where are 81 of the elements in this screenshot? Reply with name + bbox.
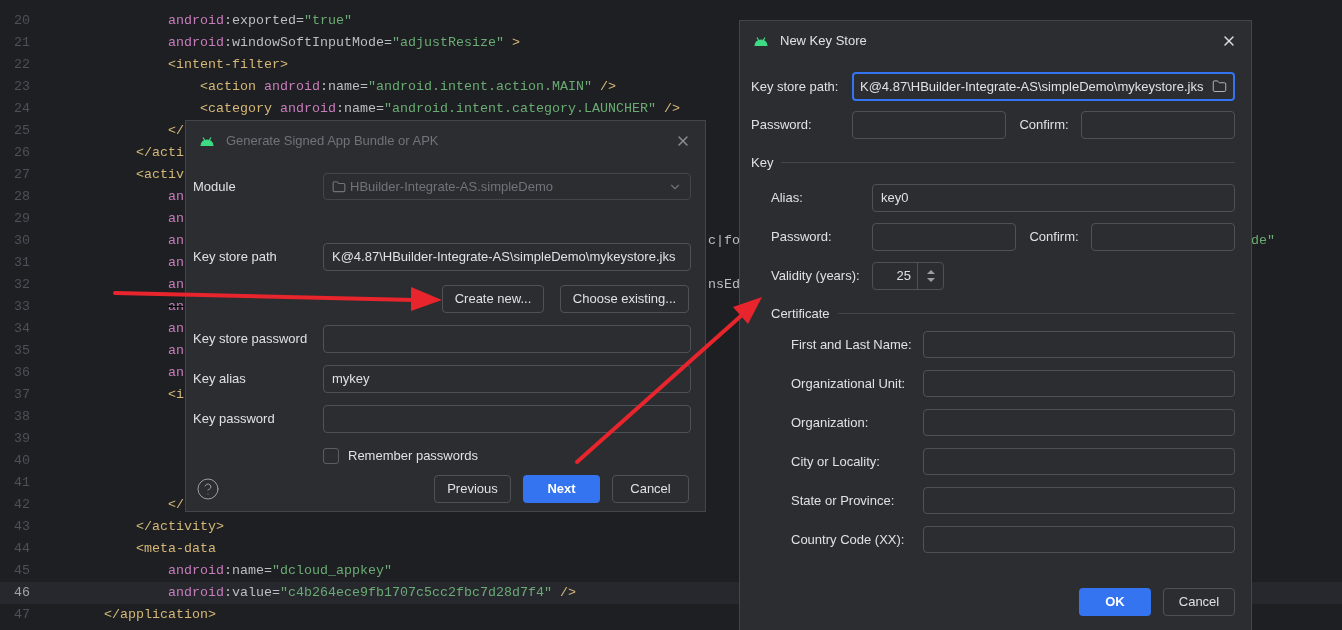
code-line: </activity> — [136, 518, 224, 536]
code-line: android:exported="true" — [168, 12, 352, 30]
code-line: an — [168, 320, 184, 338]
code-line: <activ — [136, 166, 184, 184]
field-label: Key store path — [193, 248, 278, 267]
field-label: Password: — [751, 116, 813, 135]
field-label: State or Province: — [791, 491, 896, 510]
code-line: an — [168, 188, 184, 206]
code-line: an — [168, 276, 184, 294]
code-line: an — [168, 254, 184, 272]
field-label: Organization: — [791, 413, 870, 432]
code-line: android:name="dcloud_appkey" — [168, 562, 392, 580]
dialog-button[interactable]: Choose existing... — [560, 285, 689, 313]
code-line: <i — [168, 386, 184, 404]
field-label: Validity (years): — [771, 266, 861, 285]
code-line: </ — [168, 496, 184, 514]
code-line: android:value="c4b264ece9fb1707c5cc2fbc7d28d7f4" /> — [168, 584, 576, 602]
code-fragment: de" — [1251, 232, 1275, 250]
android-icon — [754, 36, 768, 46]
field-label: Key alias — [193, 370, 247, 389]
field-label: Key store path: — [751, 77, 840, 96]
dialog-button[interactable]: Cancel — [1163, 588, 1235, 616]
code-fragment: c|fo — [708, 232, 740, 250]
number-spinner[interactable]: 25 — [872, 261, 944, 290]
code-line: android:windowSoftInputMode="adjustResize" > — [168, 34, 520, 52]
password-field[interactable] — [323, 405, 691, 433]
confirm-field[interactable] — [1091, 222, 1235, 251]
text-field[interactable] — [923, 331, 1235, 358]
code-line: an — [168, 232, 184, 250]
field-label: Organizational Unit: — [791, 374, 907, 393]
folder-icon[interactable] — [1212, 79, 1227, 94]
dialog-button[interactable]: Create new... — [442, 285, 544, 313]
text-field[interactable] — [923, 487, 1235, 514]
primary-button[interactable]: Next — [523, 474, 600, 503]
password-field[interactable] — [872, 222, 1016, 251]
text-field[interactable] — [923, 409, 1235, 436]
help-icon[interactable] — [196, 476, 220, 501]
folder-icon — [332, 179, 346, 194]
alias-field[interactable]: mykey — [323, 365, 691, 393]
text-field[interactable] — [923, 370, 1235, 397]
checkbox-label: Remember passwords — [348, 447, 479, 465]
field-label: City or Locality: — [791, 452, 881, 471]
confirm-field[interactable] — [1081, 111, 1235, 139]
android-icon — [200, 136, 214, 146]
line-number: 46 — [13, 584, 30, 602]
primary-button[interactable]: OK — [1079, 588, 1151, 616]
password-field[interactable] — [323, 325, 691, 353]
path-field[interactable]: K@4.87\HBuilder-Integrate-AS\simpleDemo\mykeystore.jks — [323, 243, 691, 271]
field-label: Key password — [193, 410, 276, 429]
code-line: an — [168, 364, 184, 382]
field-label: Confirm: — [1019, 116, 1070, 135]
text-field[interactable] — [923, 448, 1235, 475]
stepper-arrows-icon[interactable] — [925, 268, 936, 283]
section-heading: Certificate — [771, 304, 830, 323]
dialog-title: Generate Signed App Bundle or APK — [226, 132, 440, 151]
field-label: Country Code (XX): — [791, 530, 906, 549]
text-field[interactable] — [923, 526, 1235, 553]
dialog-title: New Key Store — [780, 32, 868, 51]
dialog-button[interactable]: Cancel — [612, 474, 689, 503]
path-field[interactable]: K@4.87\HBuilder-Integrate-AS\simpleDemo\mykeystore.jks — [852, 72, 1235, 101]
field-label: First and Last Name: — [791, 335, 913, 354]
field-label: Confirm: — [1029, 227, 1080, 246]
code-line: an — [168, 342, 184, 360]
code-line: an — [168, 210, 184, 228]
section-heading: Key — [751, 154, 774, 172]
code-line: </acti — [136, 144, 184, 162]
password-field[interactable] — [852, 111, 1006, 139]
field-label: Alias: — [771, 188, 804, 207]
field-label: Password: — [771, 227, 833, 246]
field-label: Module — [193, 177, 237, 196]
code-line: <intent-filter> — [168, 56, 288, 74]
code-line: </application> — [104, 606, 216, 624]
code-line: </ — [168, 122, 184, 140]
code-fragment: nsEd — [708, 276, 740, 294]
code-line: <meta-data — [136, 540, 216, 558]
checkbox[interactable] — [323, 447, 339, 464]
dialog-button[interactable]: Previous — [434, 474, 511, 503]
alias-field[interactable]: key0 — [872, 183, 1235, 212]
field-label: Key store password — [193, 330, 309, 349]
code-line: <action android:name="android.intent.action.MAIN" /> — [200, 78, 616, 96]
code-line: <category android:name="android.intent.category.LAUNCHER" /> — [200, 100, 680, 118]
